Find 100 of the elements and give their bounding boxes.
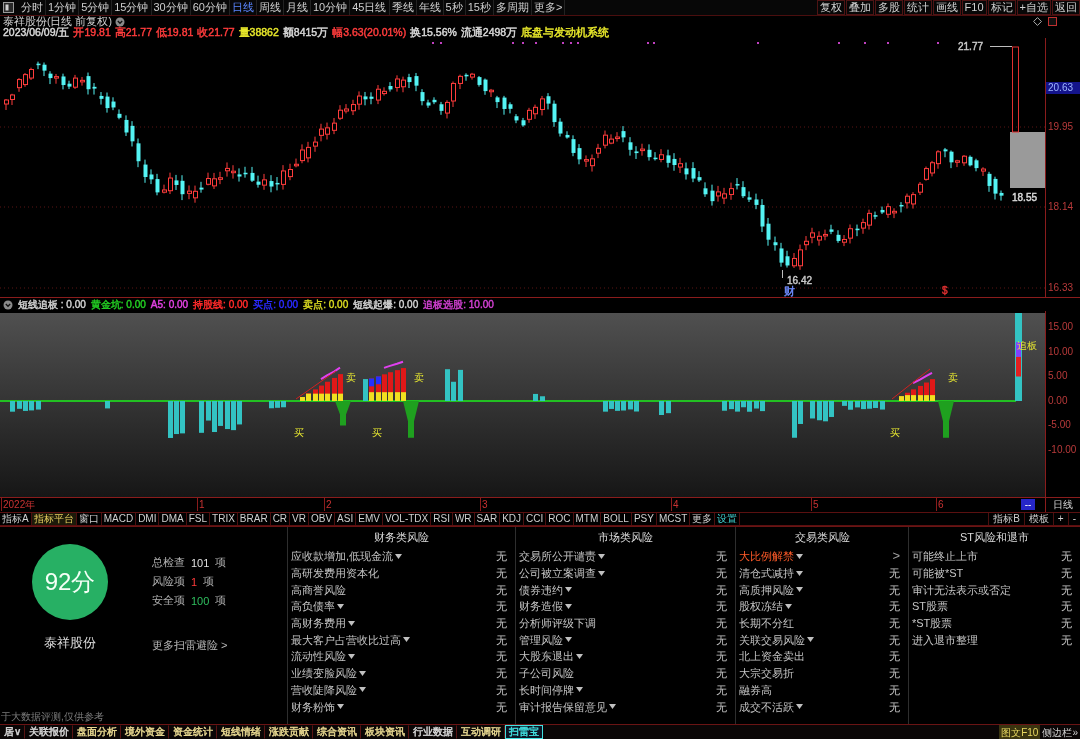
toolbar-button[interactable]: 返回 [1052,0,1080,15]
indicator-tab[interactable]: ASI [335,513,357,525]
indicator-tab[interactable]: 窗口 [76,513,102,525]
indicator-tab[interactable]: DMA [159,513,187,525]
indicator-tab[interactable]: 指标A [0,513,32,525]
caret-icon[interactable] [337,603,344,609]
indicator-tab[interactable]: BOLL [601,513,632,525]
risk-item[interactable]: ST股票 [912,599,949,614]
caret-icon[interactable] [359,670,366,676]
indicator-tab[interactable]: - [1067,513,1080,525]
caret-icon[interactable] [796,570,803,576]
period-tab[interactable]: 月线 [284,0,311,15]
caret-icon[interactable] [359,687,366,693]
risk-item[interactable]: 财务粉饰 [291,699,335,714]
period-tab[interactable]: 分时 [19,0,46,15]
chevron-circle-icon[interactable] [114,16,125,27]
risk-item[interactable]: 高财务费用 [291,616,346,631]
period-tab[interactable]: 周线 [257,0,284,15]
status-tab[interactable]: 板块资讯 [361,725,410,739]
indicator-tab[interactable]: 模板 [1023,513,1053,525]
caret-icon[interactable] [337,704,344,710]
indicator-tab[interactable]: 指标平台 [31,513,77,525]
caret-icon[interactable] [348,653,355,659]
risk-item[interactable]: 交易所公开谴责 [519,549,596,564]
period-tab[interactable]: 5秒 [443,0,466,15]
indicator-tab[interactable]: ROC [546,513,574,525]
risk-item[interactable]: 关联交易风险 [739,632,805,647]
risk-item[interactable]: 高商誉风险 [291,582,346,597]
risk-item[interactable]: 债券违约 [519,582,563,597]
indicator-tab[interactable]: EMV [356,513,383,525]
caret-icon[interactable] [598,553,605,559]
risk-item[interactable]: 最大客户占营收比过高 [291,632,401,647]
risk-item[interactable]: 分析师评级下调 [519,616,596,631]
risk-item[interactable]: 进入退市整理 [912,632,978,647]
indicator-tab[interactable]: VOL-TDX [382,513,432,525]
status-button[interactable]: 侧边栏» [1040,725,1080,739]
caret-icon[interactable] [395,553,403,559]
caret-icon[interactable] [796,704,803,710]
toolbar-button[interactable]: F10 [961,0,987,15]
period-tab[interactable]: 60分钟 [190,0,230,15]
status-tab[interactable]: 涨跌贡献 [265,725,314,739]
square-icon[interactable] [1048,17,1057,26]
toolbar-button[interactable]: +自选 [1016,0,1051,15]
status-tab[interactable]: 短线情绪 [217,725,266,739]
risk-item[interactable]: 北上资金卖出 [739,649,805,664]
status-button[interactable]: 图文F10 [999,725,1041,739]
status-tab[interactable]: 盘面分析 [73,725,122,739]
indicator-tab[interactable]: WR [452,513,475,525]
indicator-tab[interactable]: PSY [631,513,657,525]
status-tab[interactable]: 行业数据 [409,725,458,739]
indicator-tab[interactable]: VR [290,513,309,525]
indicator-tab[interactable]: CR [270,513,291,525]
risk-item[interactable]: 流动性风险 [291,649,346,664]
caret-icon[interactable] [348,620,355,626]
caret-icon[interactable] [403,637,410,643]
risk-item[interactable]: 审计报告保留意见 [519,699,607,714]
indicator-tab[interactable]: + [1052,513,1068,525]
indicator-tab[interactable]: MTM [573,513,602,525]
indicator-tab[interactable]: TRIX [210,513,238,525]
caret-icon[interactable] [785,603,792,609]
panel-toggle-icon[interactable] [3,2,14,13]
indicator-tab[interactable]: MACD [101,513,137,525]
risk-item[interactable]: 高质押风险 [739,582,794,597]
period-tab[interactable]: 多周期 [493,0,532,15]
caret-icon[interactable] [565,587,572,593]
period-tab[interactable]: 45日线 [350,0,390,15]
indicator-tab[interactable]: DMI [136,513,160,525]
caret-icon[interactable] [565,603,572,609]
caret-icon[interactable] [598,570,605,576]
indicator-tab[interactable]: BRAR [237,513,271,525]
risk-item[interactable]: 股权冻结 [739,599,783,614]
diamond-icon[interactable] [1033,17,1042,26]
status-tab[interactable]: 综合资讯 [313,725,362,739]
caret-icon[interactable] [807,637,814,643]
risk-item[interactable]: 成交不活跃 [739,699,794,714]
toolbar-button[interactable]: 多股 [874,0,903,15]
period-tab[interactable]: 年线 [416,0,444,15]
period-tab[interactable]: 季线 [389,0,417,15]
risk-item[interactable]: 财务造假 [519,599,563,614]
toolbar-button[interactable]: 画线 [932,0,961,15]
indicator-tab[interactable]: 设置 [715,513,741,525]
status-tab[interactable]: 扫雷宝 [505,725,544,739]
period-tab[interactable]: 日线 [230,0,257,15]
caret-icon[interactable] [609,704,616,710]
indicator-tab[interactable]: OBV [309,513,336,525]
indicator-tab[interactable]: SAR [474,513,501,525]
risk-item[interactable]: 大比例解禁 [739,549,794,564]
risk-item[interactable]: 管理风险 [519,632,563,647]
status-tab[interactable]: 关联报价 [25,725,74,739]
risk-item[interactable]: *ST股票 [912,616,953,631]
caret-icon[interactable] [576,653,583,659]
risk-item[interactable]: 高负债率 [291,599,335,614]
toolbar-button[interactable]: 叠加 [845,0,874,15]
indicator-tab[interactable]: FSL [186,513,211,525]
indicator-tab[interactable]: RSI [431,513,453,525]
period-tab[interactable]: 30分钟 [151,0,191,15]
caret-icon[interactable] [565,637,572,643]
caret-icon[interactable] [796,553,803,559]
risk-item[interactable]: 公司被立案调查 [519,566,596,581]
status-tab[interactable]: 境外资金 [121,725,170,739]
